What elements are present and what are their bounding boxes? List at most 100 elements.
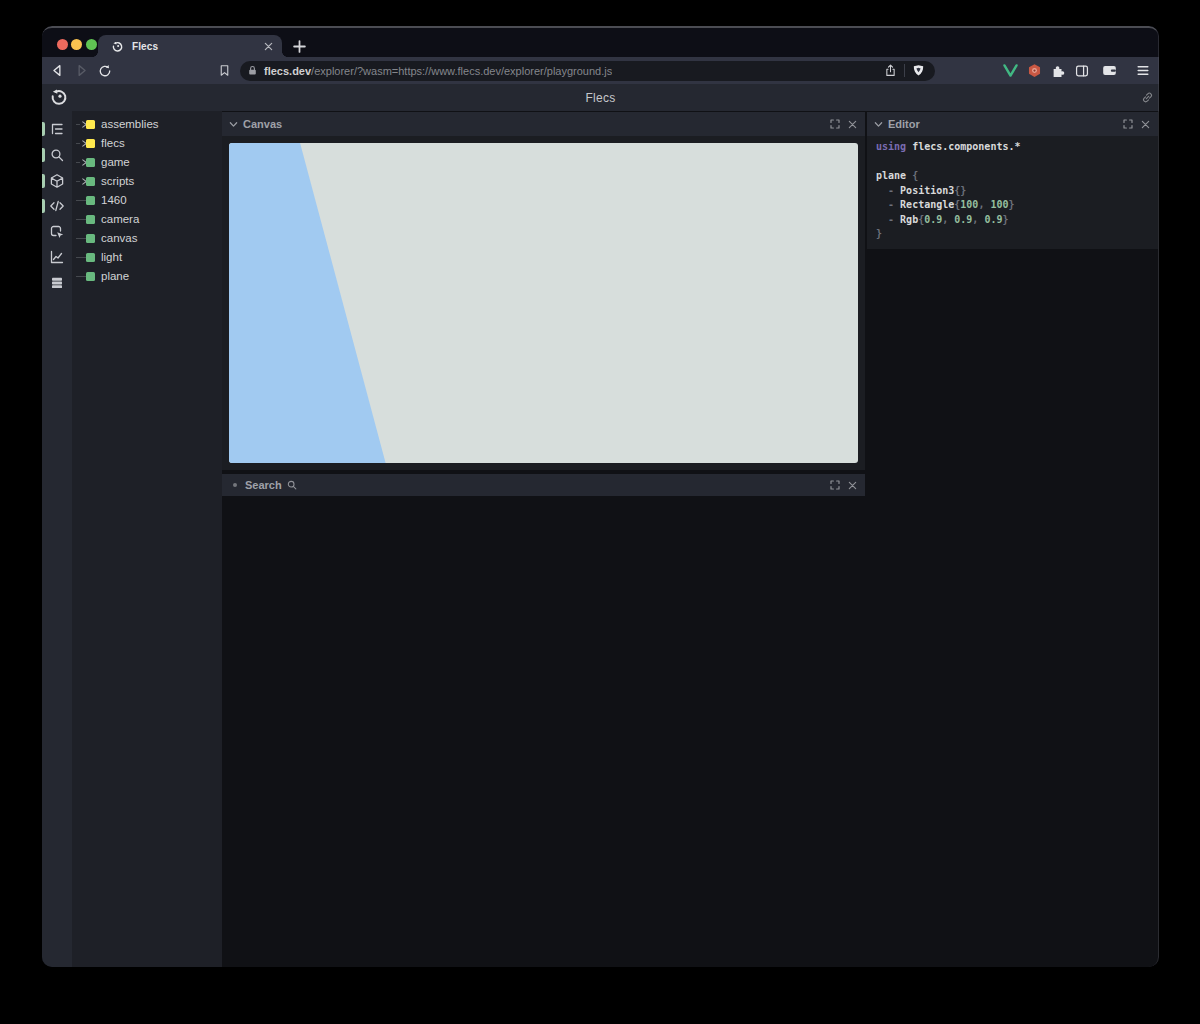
search-panel-title: Search bbox=[245, 479, 282, 491]
entity-square-icon bbox=[86, 215, 95, 224]
editor-panel-title: Editor bbox=[888, 118, 920, 130]
extension-badge-icon[interactable] bbox=[1026, 62, 1043, 79]
entity-square-icon bbox=[86, 120, 95, 129]
tree-item-1460[interactable]: 1460 bbox=[72, 191, 222, 210]
reload-button[interactable] bbox=[96, 62, 113, 79]
icon-rail bbox=[42, 111, 72, 967]
code-line: - Rectangle{100, 100} bbox=[876, 198, 1158, 213]
viewport-sky bbox=[229, 143, 858, 463]
tree-item-light[interactable]: light bbox=[72, 248, 222, 267]
expand-icon[interactable] bbox=[1123, 119, 1133, 129]
collections-icon[interactable] bbox=[49, 275, 65, 291]
lock-icon bbox=[247, 65, 258, 76]
editor-panel-header: Editor bbox=[867, 112, 1158, 136]
tree-item-plane[interactable]: plane bbox=[72, 267, 222, 286]
expand-icon[interactable] bbox=[830, 119, 840, 129]
canvas-panel-header: Canvas bbox=[222, 112, 865, 136]
forward-button[interactable] bbox=[73, 62, 90, 79]
code-line: plane { bbox=[876, 169, 1158, 184]
tree-item-label: 1460 bbox=[101, 194, 127, 206]
canvas-3d-viewport[interactable] bbox=[229, 143, 858, 463]
url-domain: flecs.dev bbox=[264, 65, 311, 77]
editor-panel: Editor using flecs.components.* plane { … bbox=[867, 112, 1158, 249]
tree-item-label: camera bbox=[101, 213, 139, 225]
entity-tree: assemblies flecs gamescripts 1460 camera canv… bbox=[72, 111, 222, 967]
tree-item-game[interactable]: game bbox=[72, 153, 222, 172]
tab-favicon bbox=[111, 40, 124, 53]
search-panel-header[interactable]: Search bbox=[222, 474, 865, 496]
canvas-panel-body bbox=[222, 136, 865, 470]
entity-square-icon bbox=[86, 234, 95, 243]
tree-item-canvas[interactable]: canvas bbox=[72, 229, 222, 248]
active-indicator bbox=[42, 174, 45, 188]
tree-item-assemblies[interactable]: assemblies bbox=[72, 115, 222, 134]
bookmarks-icon[interactable] bbox=[216, 62, 233, 79]
code-line: } bbox=[876, 227, 1158, 242]
url-bar[interactable]: flecs.dev /explorer/?wasm=https://www.fl… bbox=[240, 61, 935, 81]
close-icon[interactable] bbox=[1141, 120, 1150, 129]
browser-window: Flecs flecs.dev /explorer/?wasm=https://… bbox=[42, 26, 1159, 967]
code-line: using flecs.components.* bbox=[876, 140, 1158, 155]
flecs-logo-icon[interactable] bbox=[49, 87, 69, 107]
entity-square-icon bbox=[86, 196, 95, 205]
bullet-icon bbox=[233, 483, 237, 487]
tree-connector bbox=[76, 162, 80, 163]
minimize-window-button[interactable] bbox=[71, 39, 82, 50]
active-indicator bbox=[42, 148, 45, 162]
close-icon[interactable] bbox=[848, 481, 857, 490]
code-editor[interactable]: using flecs.components.* plane { - Posit… bbox=[867, 136, 1158, 249]
page-title: Flecs bbox=[585, 91, 615, 105]
entity-square-icon bbox=[86, 253, 95, 262]
extensions-puzzle-icon[interactable] bbox=[1049, 62, 1066, 79]
tab-close-icon[interactable] bbox=[264, 42, 273, 51]
inspector-icon[interactable] bbox=[49, 224, 65, 240]
canvas-panel-title: Canvas bbox=[243, 118, 282, 130]
window-controls bbox=[57, 39, 97, 50]
entities-icon[interactable] bbox=[49, 173, 65, 189]
page-header: Flecs bbox=[42, 84, 1159, 111]
browser-tab[interactable]: Flecs bbox=[98, 35, 282, 57]
tree-connector bbox=[76, 124, 80, 125]
code-line: - Rgb{0.9, 0.9, 0.9} bbox=[876, 213, 1158, 228]
browser-toolbar: flecs.dev /explorer/?wasm=https://www.fl… bbox=[42, 57, 1159, 84]
tree-item-flecs[interactable]: flecs bbox=[72, 134, 222, 153]
tree-connector bbox=[76, 143, 80, 144]
collapse-chevron-icon[interactable] bbox=[874, 120, 883, 129]
share-link-icon[interactable] bbox=[1141, 91, 1154, 104]
tree-item-label: canvas bbox=[101, 232, 137, 244]
tree-item-label: flecs bbox=[101, 137, 125, 149]
share-icon[interactable] bbox=[884, 64, 897, 77]
back-button[interactable] bbox=[49, 62, 66, 79]
active-indicator bbox=[42, 122, 45, 136]
query-search-icon[interactable] bbox=[49, 147, 65, 163]
sidebar-toggle-icon[interactable] bbox=[1073, 62, 1090, 79]
new-tab-button[interactable] bbox=[289, 35, 309, 57]
tab-bar: Flecs bbox=[42, 26, 1159, 57]
tab-title: Flecs bbox=[132, 41, 158, 52]
active-indicator bbox=[42, 199, 45, 213]
tree-item-scripts[interactable]: scripts bbox=[72, 172, 222, 191]
brave-shield-icon[interactable] bbox=[912, 64, 925, 77]
code-line: - Position3{} bbox=[876, 184, 1158, 199]
entity-square-icon bbox=[86, 139, 95, 148]
canvas-panel: Canvas Search bbox=[222, 112, 865, 470]
entity-tree-icon[interactable] bbox=[49, 121, 65, 137]
tree-connector bbox=[76, 181, 80, 182]
code-icon[interactable] bbox=[49, 198, 65, 214]
url-path: /explorer/?wasm=https://www.flecs.dev/ex… bbox=[311, 65, 612, 77]
close-icon[interactable] bbox=[848, 120, 857, 129]
expand-icon[interactable] bbox=[830, 480, 840, 490]
collapse-chevron-icon[interactable] bbox=[229, 120, 238, 129]
tree-item-camera[interactable]: camera bbox=[72, 210, 222, 229]
wallet-icon[interactable] bbox=[1101, 62, 1118, 79]
tree-item-label: assemblies bbox=[101, 118, 159, 130]
zoom-window-button[interactable] bbox=[86, 39, 97, 50]
tree-item-label: plane bbox=[101, 270, 129, 282]
search-icon bbox=[287, 480, 297, 490]
close-window-button[interactable] bbox=[57, 39, 68, 50]
vue-extension-icon[interactable] bbox=[1002, 62, 1019, 79]
menu-icon[interactable] bbox=[1134, 62, 1151, 79]
entity-square-icon bbox=[86, 177, 95, 186]
statistics-icon[interactable] bbox=[49, 249, 65, 265]
entity-square-icon bbox=[86, 272, 95, 281]
